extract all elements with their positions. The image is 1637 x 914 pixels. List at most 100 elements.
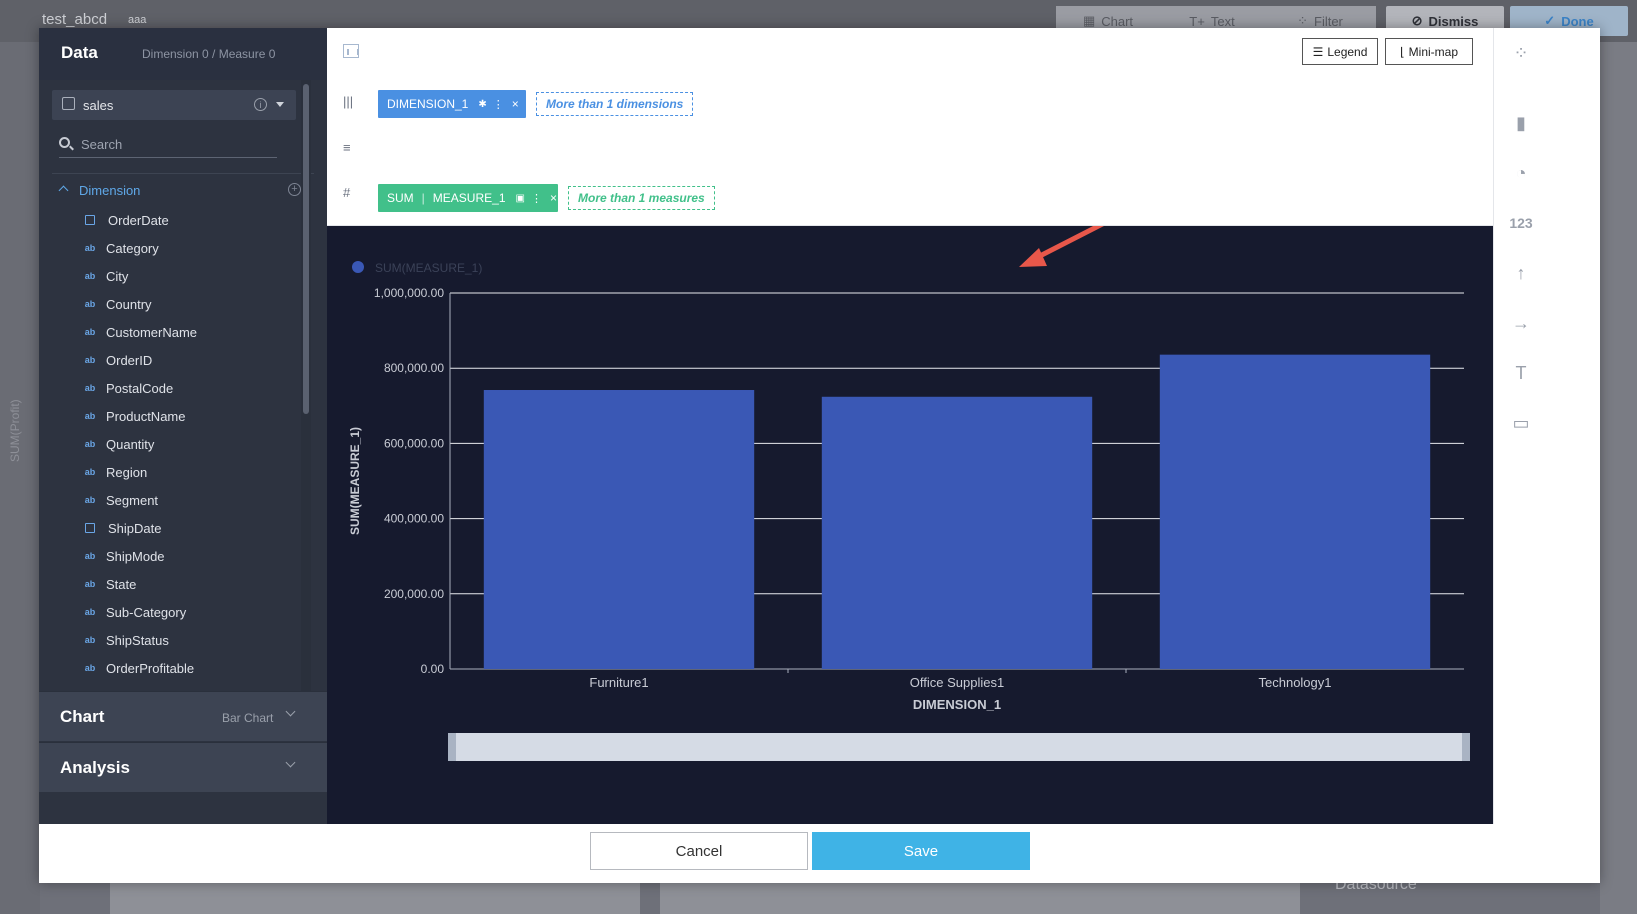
dimension-field-item[interactable]: ab Category [39, 234, 299, 262]
calendar-icon [85, 215, 95, 225]
string-type-icon: ab [84, 635, 96, 645]
field-name: Quantity [106, 436, 155, 452]
dimension-field-item[interactable]: ab CustomerName [39, 318, 299, 346]
dimension-field-item[interactable]: ab Segment [39, 486, 299, 514]
data-panel-subtitle: Dimension 0 / Measure 0 [142, 47, 276, 61]
dimension-field-item[interactable]: ab Region [39, 458, 299, 486]
dimension-field-item[interactable]: ab State [39, 570, 299, 598]
search-input[interactable] [81, 134, 271, 154]
x-tick-label: Office Supplies1 [910, 675, 1004, 690]
legend-button[interactable]: ☰ Legend [1302, 38, 1378, 65]
field-list-scrollbar-thumb[interactable] [303, 84, 309, 414]
minimap-button[interactable]: ⌊ Mini-map [1385, 38, 1473, 65]
chevron-down-icon[interactable] [285, 757, 296, 768]
caret-down-icon[interactable] [276, 102, 284, 107]
x-axis-icon[interactable]: → [1506, 308, 1536, 338]
dimension-field-item[interactable]: OrderDate [39, 206, 299, 234]
bar [821, 396, 1093, 669]
divider [52, 173, 314, 174]
field-name: OrderID [106, 352, 153, 368]
dimension-field-item[interactable]: ab ShipStatus [39, 626, 299, 654]
info-icon[interactable]: i [254, 98, 267, 111]
field-name: OrderProfitable [106, 660, 195, 676]
measure-pill-label: MEASURE_1 [432, 191, 506, 205]
string-type-icon: ab [84, 411, 96, 421]
dimension-field-item[interactable]: ab ProductName [39, 402, 299, 430]
dimension-field-item[interactable]: ab OrderProfitable [39, 654, 299, 682]
background-tab-label: Chart [1101, 13, 1134, 29]
dimension-field-item[interactable]: ab Sub-Category [39, 598, 299, 626]
string-type-icon: ab [84, 551, 96, 561]
save-button[interactable]: Save [812, 832, 1030, 870]
palette-icon[interactable]: ◔ [1506, 158, 1536, 188]
format-icon[interactable]: ▣ [516, 193, 525, 204]
text-icon[interactable]: T [1506, 358, 1536, 388]
x-tick-label: Technology1 [1259, 675, 1332, 690]
dots-icon[interactable]: ⁘ [1506, 38, 1536, 68]
close-icon[interactable]: × [550, 191, 557, 205]
dimension-field-item[interactable]: ab Country [39, 290, 299, 318]
done-label: Done [1561, 13, 1594, 29]
minimap-scroller [448, 733, 1470, 761]
comment-icon[interactable]: ▭ [1506, 408, 1536, 438]
string-type-icon: ab [84, 299, 96, 309]
dimension-field-item[interactable]: ab PostalCode [39, 374, 299, 402]
close-icon[interactable]: × [512, 97, 519, 111]
analysis-section[interactable]: Analysis [39, 742, 327, 792]
dimension-field-item[interactable]: ab Quantity [39, 430, 299, 458]
number-format-icon[interactable]: 123 [1506, 208, 1536, 238]
dimension-field-item[interactable]: ab ShipMode [39, 542, 299, 570]
string-type-icon: ab [84, 495, 96, 505]
gear-icon[interactable]: ✱ [478, 99, 486, 110]
x-tick-label: Furniture1 [589, 675, 648, 690]
dimension-field-item[interactable]: abSalesaboveTarget [39, 682, 299, 692]
dimension-pill[interactable]: DIMENSION_1 ✱ ⋮ × [378, 90, 526, 118]
minimap-label: Mini-map [1408, 44, 1459, 59]
minimap-left-handle [448, 733, 456, 761]
y-tick-label: 1,000,000.00 [374, 286, 444, 300]
background-vertical-label: SUM(Profit) [8, 399, 22, 462]
y-tick-label: 800,000.00 [384, 361, 444, 375]
pill-divider: | [421, 191, 425, 205]
field-name: Country [106, 296, 152, 312]
background-title: test_abcd [42, 11, 108, 28]
measure-pill[interactable]: SUM | MEASURE_1 ▣ ⋮ × [378, 184, 558, 212]
search-icon [59, 137, 70, 148]
dimension-field-list: OrderDate ab Category ab City ab Country ab Cust… [39, 206, 299, 692]
y-axis-icon[interactable]: ↑ [1506, 258, 1536, 288]
datasource-select[interactable]: sales i [52, 90, 296, 120]
dimension-field-item[interactable]: ShipDate [39, 514, 299, 542]
cancel-button[interactable]: Cancel [590, 832, 808, 870]
bar-chart-icon[interactable]: ▮ [1506, 108, 1536, 138]
string-type-icon: ab [84, 439, 96, 449]
background-subtitle: aaa [128, 14, 147, 26]
background-tab-label: Filter [1314, 13, 1343, 29]
chart-options-rail: ⁘ ▮ ◔ 123 ↑ → T ▭ [1493, 28, 1600, 824]
annotation-arrow-shaft [1029, 226, 1104, 263]
dismiss-icon: ⊘ [1411, 13, 1423, 28]
background-widget-2 [660, 880, 1300, 914]
datasource-icon [62, 97, 75, 110]
dimension-field-item[interactable]: ab City [39, 262, 299, 290]
dimension-field-item[interactable]: ab OrderID [39, 346, 299, 374]
bar [483, 390, 755, 669]
more-icon[interactable]: ⋮ [531, 192, 542, 205]
dimension-group-header[interactable]: Dimension + [54, 179, 314, 201]
chart-area[interactable]: SUM(MEASURE_1) 0.00 200,000.00 400,000.00 60… [327, 226, 1493, 824]
dismiss-label: Dismiss [1428, 13, 1479, 29]
annotation-arrow-head [1019, 248, 1047, 267]
string-type-icon: ab [84, 663, 96, 673]
field-name: Region [106, 464, 148, 480]
chart-section[interactable]: Chart Bar Chart [39, 691, 327, 741]
bar-chart-icon[interactable] [343, 44, 359, 58]
more-icon[interactable]: ⋮ [493, 98, 504, 111]
field-name: CustomerName [106, 324, 198, 340]
y-tick-label: 600,000.00 [384, 436, 444, 450]
measure-hint-label: More than 1 measures [578, 191, 705, 205]
chevron-down-icon[interactable] [285, 706, 296, 717]
background-widget-1 [110, 880, 640, 914]
chevron-up-icon[interactable] [58, 185, 69, 196]
measure-pill-aggregation: SUM [387, 191, 414, 205]
x-axis-title: DIMENSION_1 [913, 697, 1001, 712]
add-dimension-icon[interactable]: + [288, 183, 301, 196]
